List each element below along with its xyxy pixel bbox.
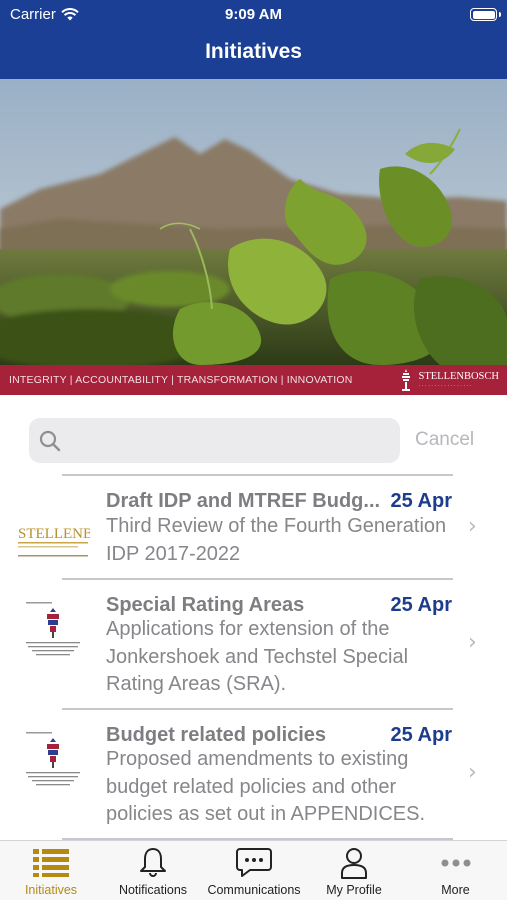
municipal-crest-document-icon [16,724,90,798]
status-time: 9:09 AM [225,6,282,23]
tab-more[interactable]: More [404,841,507,900]
item-description: Proposed amendments to existing budget r… [106,748,426,825]
cancel-button[interactable]: Cancel [415,429,474,451]
tab-initiatives[interactable]: Initiatives [0,841,102,900]
list-item[interactable]: Special Rating Areas 25 Apr Applications… [0,580,507,708]
item-description: Third Review of the Fourth Generation ID… [106,515,447,565]
values-tagline: INTEGRITY | ACCOUNTABILITY | TRANSFORMAT… [9,374,353,386]
chat-bubble-icon [236,848,272,877]
vineyard-mountain-photo [0,79,507,365]
app-screen: Carrier 9:09 AM Initiatives INTEGRITY | … [0,0,507,900]
item-description: Applications for extension of the Jonker… [106,618,409,695]
svg-text:STELLENB: STELLENB [18,526,90,542]
banner: INTEGRITY | ACCOUNTABILITY | TRANSFORMAT… [0,79,507,395]
tab-label: More [441,883,470,897]
battery-icon [470,8,501,21]
logo-subtext: · · · · · · · · · · · · · · · · · [418,382,472,389]
bell-icon [140,848,166,877]
logo-name: STELLENBOSCH [418,370,499,382]
tab-my-profile[interactable]: My Profile [304,841,404,900]
tab-bar: Initiatives Notifications Communications [0,840,507,900]
list-item[interactable]: Budget related policies 25 Apr Proposed … [0,710,507,838]
page-title: Initiatives [205,40,302,63]
item-title: Special Rating Areas [106,594,305,616]
ellipsis-icon [441,859,470,867]
tab-label: Initiatives [24,883,78,897]
search-bar[interactable] [29,418,400,463]
list-icon [33,849,69,877]
person-icon [341,848,367,879]
tab-notifications[interactable]: Notifications [102,841,204,900]
item-date: 25 Apr [390,724,452,746]
item-title: Draft IDP and MTREF Budg... [106,490,381,512]
chevron-right-icon: › [468,760,477,785]
status-bar: Carrier 9:09 AM [0,6,507,26]
chevron-right-icon: › [468,630,477,655]
tab-label: Notifications [118,883,188,897]
item-title: Budget related policies [106,724,327,746]
item-date: 25 Apr [390,490,452,512]
tab-label: My Profile [326,883,382,897]
search-input[interactable] [73,418,393,463]
search-icon [39,430,61,452]
item-date: 25 Apr [390,594,452,616]
list-item[interactable]: STELLENB Draft IDP and MTREF Budg... 25 … [0,476,507,578]
stellenbosch-document-icon: STELLENB [16,494,90,568]
municipal-crest-document-icon [16,594,90,668]
stellenbosch-logo: STELLENBOSCH · · · · · · · · · · · · · ·… [400,369,499,391]
nav-header: Carrier 9:09 AM Initiatives [0,0,507,79]
chevron-right-icon: › [468,514,477,539]
values-strip: INTEGRITY | ACCOUNTABILITY | TRANSFORMAT… [0,365,507,395]
municipal-crest-icon [402,369,411,391]
tab-label: Communications [207,883,301,897]
tab-communications[interactable]: Communications [204,841,304,900]
